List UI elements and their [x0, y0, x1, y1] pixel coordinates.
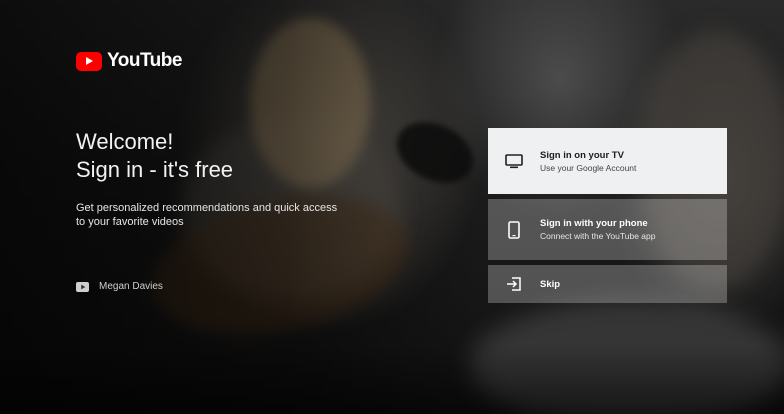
youtube-logo: YouTube: [76, 50, 182, 72]
welcome-heading: Welcome!: [76, 129, 174, 154]
account-name: Megan Davies: [99, 281, 163, 292]
sign-in-description: Get personalized recommendations and qui…: [76, 202, 338, 228]
option-subtitle: Connect with the YouTube app: [540, 231, 656, 241]
phone-icon: [488, 220, 540, 239]
page-title: Welcome! Sign in - it's free: [76, 128, 233, 184]
youtube-play-icon: [76, 281, 89, 292]
youtube-sign-in-screen: YouTube Welcome! Sign in - it's free Get…: [0, 0, 784, 414]
option-subtitle: Use your Google Account: [540, 162, 637, 173]
skip-button[interactable]: Skip: [488, 265, 727, 303]
option-title: Sign in on your TV: [540, 149, 624, 161]
sign-in-heading: Sign in - it's free: [76, 157, 234, 182]
youtube-play-icon: [76, 51, 102, 71]
logo-wordmark: YouTube: [107, 50, 182, 71]
skip-icon: [488, 277, 540, 291]
sign-in-on-tv-button[interactable]: Sign in on your TV Use your Google Accou…: [488, 128, 727, 194]
account-chip: Megan Davies: [76, 281, 163, 292]
sign-in-with-phone-text: Sign in with your phone Connect with the…: [540, 217, 655, 242]
option-title: Sign in with your phone: [540, 218, 648, 229]
sign-in-options: Sign in on your TV Use your Google Accou…: [488, 128, 727, 308]
sign-in-on-tv-text: Sign in on your TV Use your Google Accou…: [540, 149, 636, 174]
tv-icon: [488, 153, 540, 169]
sign-in-with-phone-button[interactable]: Sign in with your phone Connect with the…: [488, 199, 727, 260]
option-title: Skip: [540, 278, 561, 290]
background-bottom-shade: [0, 344, 784, 414]
